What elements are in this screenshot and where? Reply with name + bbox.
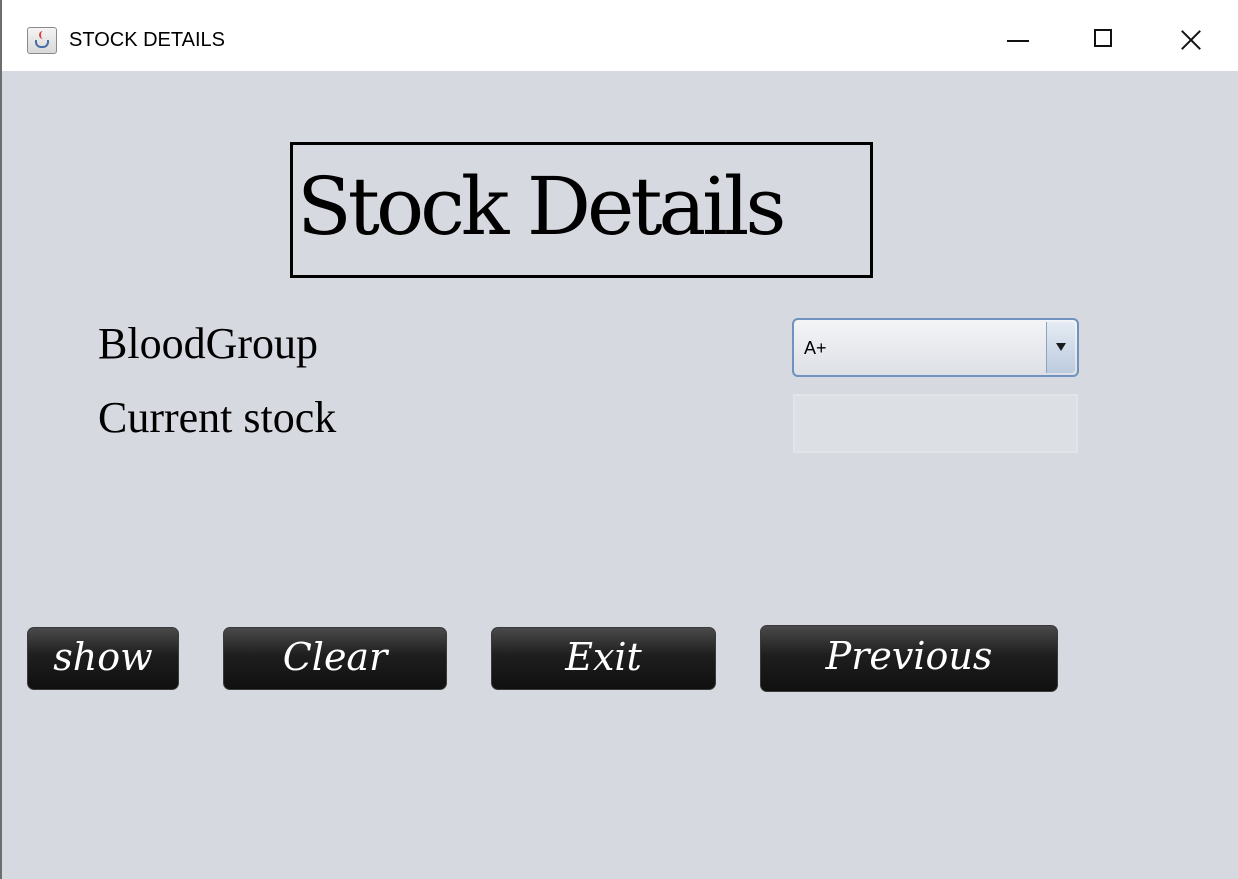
window-title: STOCK DETAILS xyxy=(69,29,225,51)
clear-button[interactable]: Clear xyxy=(223,627,447,690)
current-stock-label: Current stock xyxy=(98,393,337,442)
maximize-button[interactable] xyxy=(1081,17,1131,63)
stock-details-window: STOCK DETAILS Stock Details BloodGroup C… xyxy=(0,0,1238,879)
page-title-box: Stock Details xyxy=(290,142,873,278)
blood-group-selected-value: A+ xyxy=(804,338,827,358)
close-button[interactable] xyxy=(1165,17,1215,63)
current-stock-field[interactable] xyxy=(793,394,1078,453)
show-button[interactable]: show xyxy=(27,627,179,690)
exit-button[interactable]: Exit xyxy=(491,627,716,690)
blood-group-select[interactable]: A+ xyxy=(792,318,1079,377)
java-cup-icon xyxy=(27,27,57,54)
blood-group-label: BloodGroup xyxy=(98,319,318,368)
title-bar[interactable]: STOCK DETAILS xyxy=(2,0,1238,71)
dropdown-button[interactable] xyxy=(1046,322,1075,373)
minimize-button[interactable] xyxy=(994,17,1044,63)
chevron-down-icon xyxy=(1056,343,1066,351)
page-title: Stock Details xyxy=(297,160,786,253)
previous-button[interactable]: Previous xyxy=(760,625,1058,692)
